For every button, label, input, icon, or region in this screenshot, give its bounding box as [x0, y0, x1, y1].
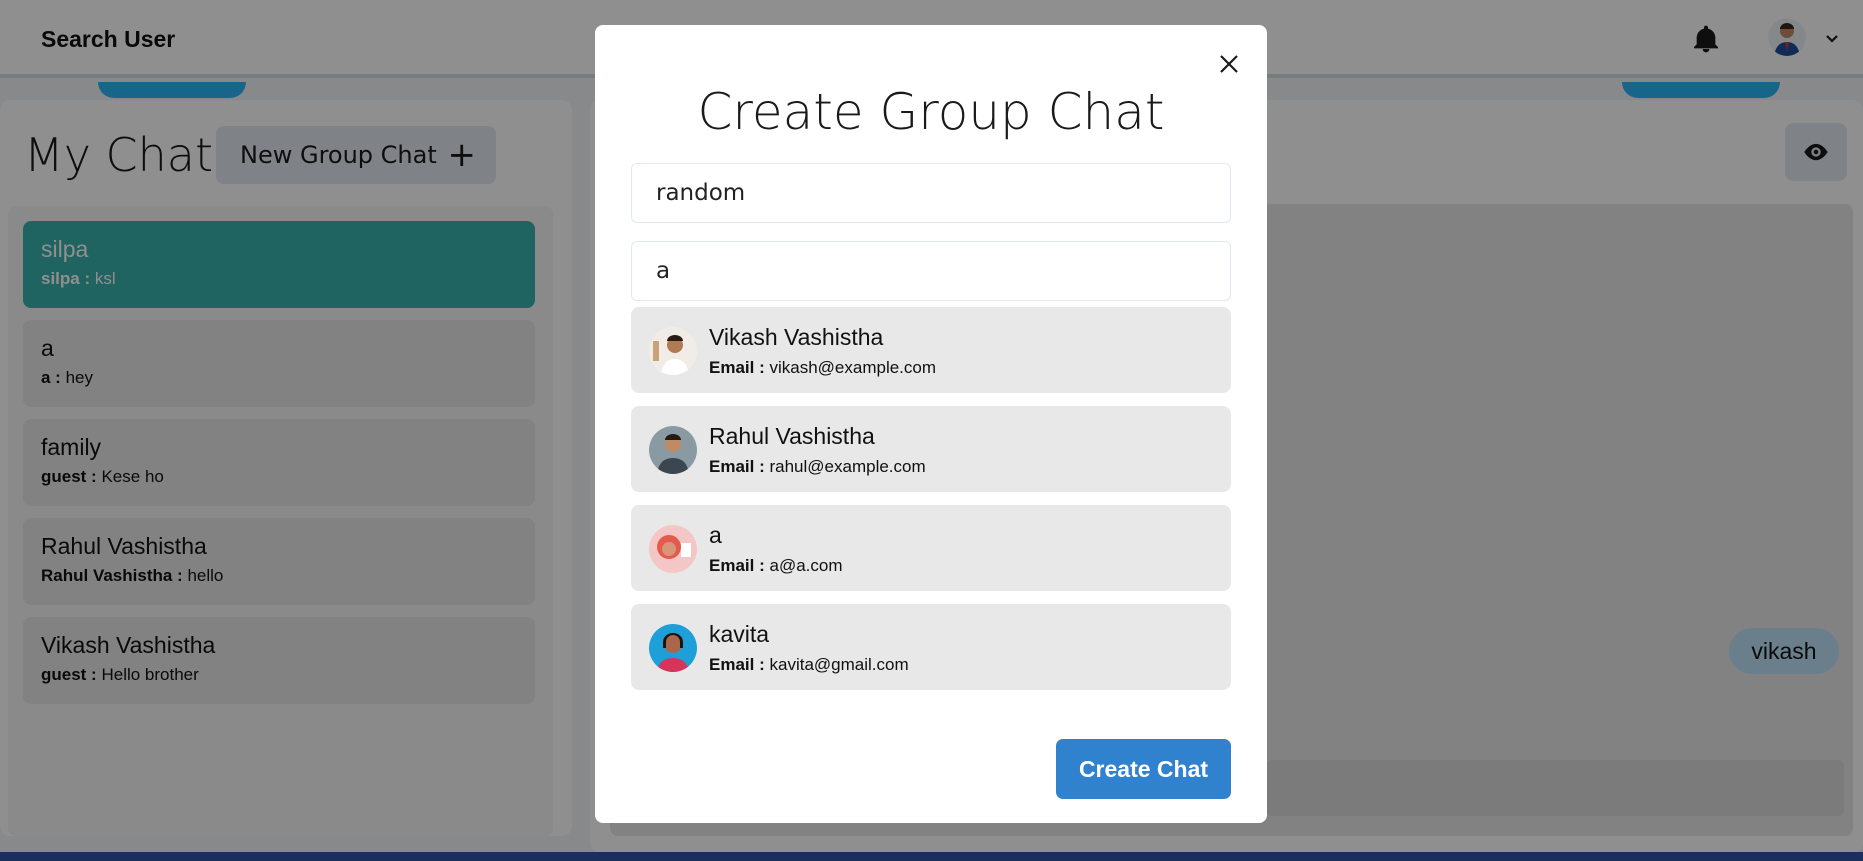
- add-users-input[interactable]: [631, 241, 1231, 301]
- close-button[interactable]: [1211, 47, 1247, 83]
- user-email: Email : kavita@gmail.com: [709, 655, 909, 675]
- user-result-item[interactable]: a Email : a@a.com: [631, 505, 1231, 591]
- email-value: vikash@example.com: [769, 358, 937, 377]
- email-label: Email :: [709, 457, 765, 476]
- email-value: kavita@gmail.com: [769, 655, 909, 674]
- user-email: Email : rahul@example.com: [709, 457, 926, 477]
- email-label: Email :: [709, 556, 765, 575]
- user-avatar: [649, 327, 697, 375]
- email-value: a@a.com: [769, 556, 843, 575]
- email-value: rahul@example.com: [769, 457, 926, 476]
- chat-name-input[interactable]: [631, 163, 1231, 223]
- taskbar: [0, 852, 1863, 861]
- user-name: Rahul Vashistha: [709, 423, 875, 449]
- user-name: a: [709, 522, 722, 548]
- user-name: kavita: [709, 621, 770, 647]
- user-result-item[interactable]: Rahul Vashistha Email : rahul@example.co…: [631, 406, 1231, 492]
- user-email: Email : vikash@example.com: [709, 358, 936, 378]
- create-group-chat-modal: Create Group Chat Vikash Vashistha Email…: [595, 25, 1267, 823]
- user-avatar: [649, 624, 697, 672]
- create-chat-button[interactable]: Create Chat: [1056, 739, 1231, 799]
- email-label: Email :: [709, 655, 765, 674]
- email-label: Email :: [709, 358, 765, 377]
- user-name: Vikash Vashistha: [709, 324, 884, 350]
- user-avatar: [649, 426, 697, 474]
- user-avatar: [649, 525, 697, 573]
- user-email: Email : a@a.com: [709, 556, 843, 576]
- user-result-item[interactable]: Vikash Vashistha Email : vikash@example.…: [631, 307, 1231, 393]
- user-result-item[interactable]: kavita Email : kavita@gmail.com: [631, 604, 1231, 690]
- modal-title: Create Group Chat: [697, 83, 1165, 141]
- close-icon: [1220, 54, 1238, 73]
